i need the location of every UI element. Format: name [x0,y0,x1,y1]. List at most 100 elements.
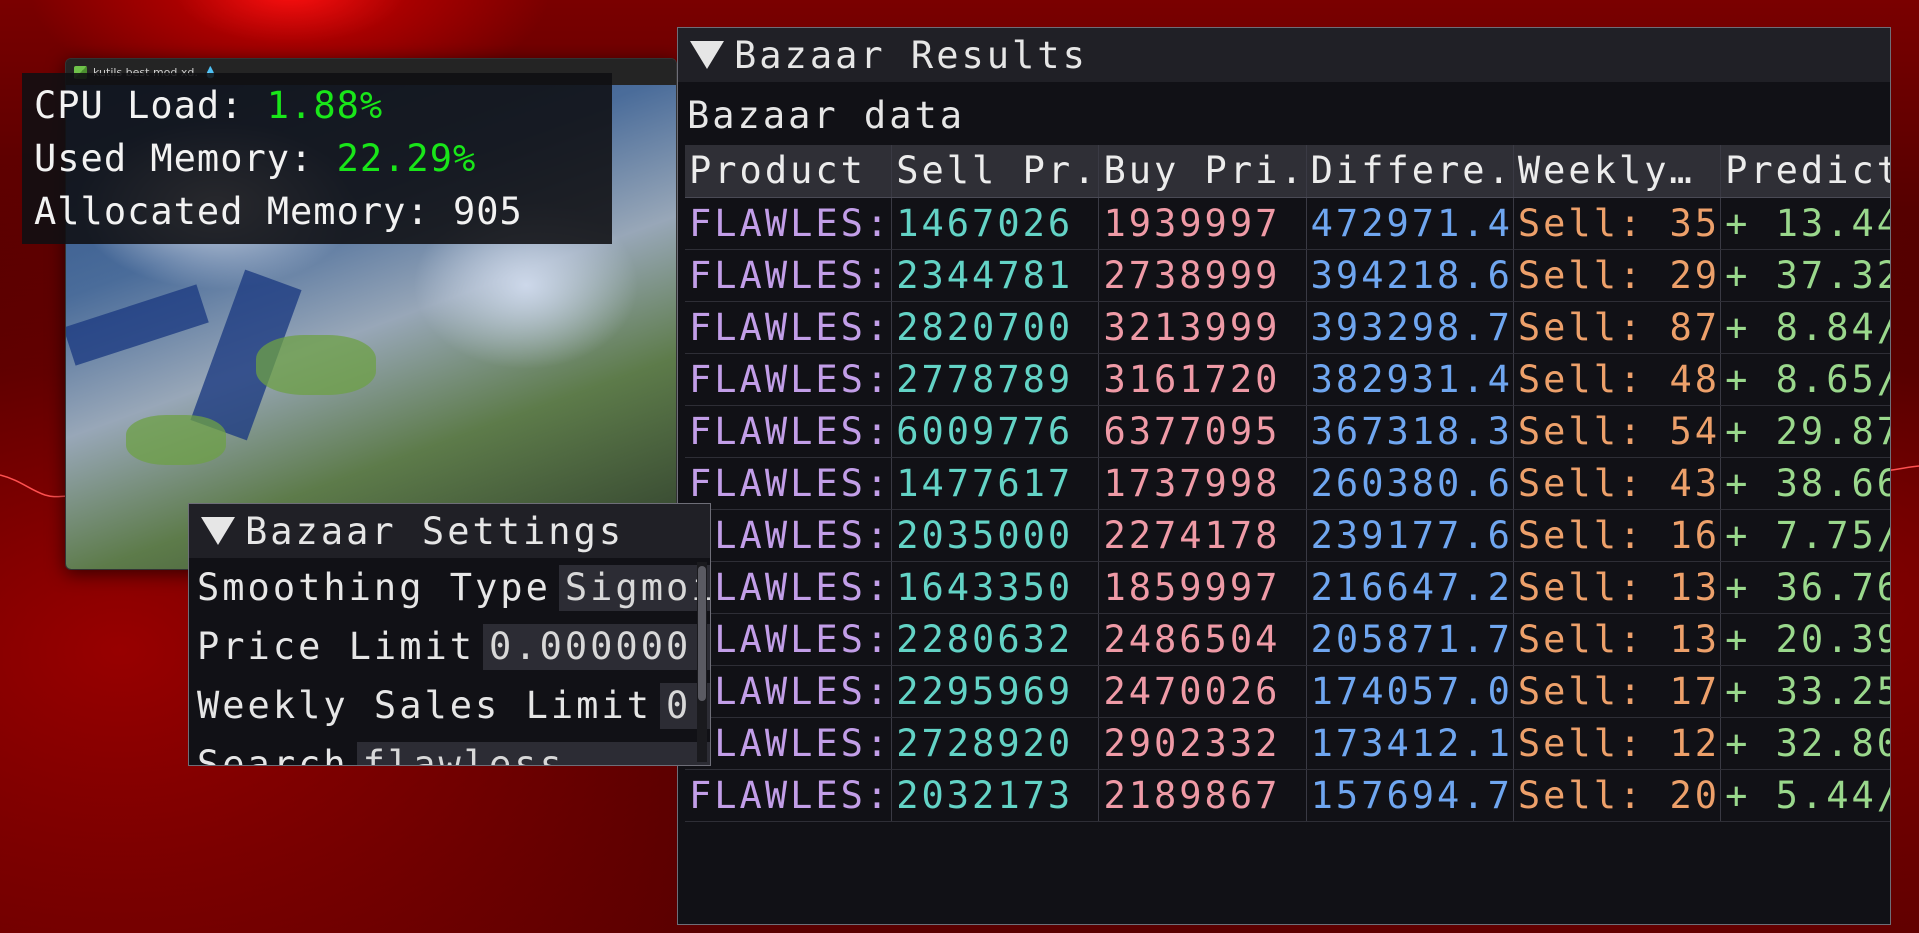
cpu-load-label: CPU Load: [34,84,244,127]
column-header-sell-price[interactable]: Sell Pr. [891,145,1100,198]
cell-predicted: + 37.32/ [1720,249,1890,302]
bazaar-settings-window[interactable]: Bazaar Settings Smoothing Type Sigmoid P… [188,503,711,766]
bazaar-table: Product Sell Pr. Buy Pri. Differe. Weekl… [685,145,1890,822]
performance-stats-overlay: CPU Load: 1.88% Used Memory: 22.29% Allo… [22,73,612,244]
cell-sell-price: 2344781 [891,249,1100,302]
bazaar-results-titlebar[interactable]: Bazaar Results [678,28,1890,82]
settings-scrollbar[interactable] [697,562,707,762]
cell-product: FLAWLES: [685,457,893,510]
bazaar-results-window[interactable]: Bazaar Results Bazaar data Product Sell … [677,27,1891,925]
cell-weekly: Sell: 35 [1513,197,1722,250]
cell-sell-price: 2035000 [891,509,1100,562]
cell-difference: 216647.2 [1306,561,1514,614]
column-header-predicted[interactable]: Predict. [1720,145,1890,198]
cell-difference: 239177.6 [1306,509,1514,562]
search-row: Search flawless [189,735,710,765]
cell-weekly: Sell: 12 [1513,717,1722,770]
cell-buy-price: 3213999 [1098,301,1307,354]
used-memory-label: Used Memory: [34,137,314,180]
cell-buy-price: 2189867 [1098,769,1307,822]
price-limit-input[interactable]: 0.000000 [483,623,710,670]
price-limit-label: Price Limit [197,625,476,668]
column-header-buy-price[interactable]: Buy Pri. [1098,145,1307,198]
cell-product: FLAWLES: [685,405,893,458]
cell-weekly: Sell: 13 [1513,561,1722,614]
cell-product: FLAWLES: [685,769,893,822]
cell-sell-price: 2032173 [891,769,1100,822]
cell-difference: 157694.7 [1306,769,1514,822]
bazaar-settings-title: Bazaar Settings [245,509,625,553]
scrollbar-thumb[interactable] [698,566,706,701]
allocated-memory-line: Allocated Memory: 905 [34,185,602,238]
cell-difference: 260380.6 [1306,457,1514,510]
collapse-triangle-icon[interactable] [690,41,724,69]
cell-weekly: Sell: 13 [1513,613,1722,666]
cell-buy-price: 6377095 [1098,405,1307,458]
collapse-triangle-icon[interactable] [201,517,235,545]
cell-weekly: Sell: 54 [1513,405,1722,458]
cell-predicted: + 13.44/ [1720,197,1890,250]
table-row[interactable]: FLAWLES: 2280632 2486504 205871.7 Sell: 13 + … [685,613,1890,666]
bazaar-settings-titlebar[interactable]: Bazaar Settings [189,504,710,558]
cell-product: FLAWLES: [685,561,893,614]
used-memory-line: Used Memory: 22.29% [34,132,602,185]
cell-sell-price: 1643350 [891,561,1100,614]
table-row[interactable]: FLAWLES: 1467026 1939997 472971.4 Sell: 35 + … [685,197,1890,250]
table-row[interactable]: FLAWLES: 1477617 1737998 260380.6 Sell: 43 + … [685,457,1890,510]
cell-buy-price: 1939997 [1098,197,1307,250]
cell-weekly: Sell: 17 [1513,665,1722,718]
column-header-difference[interactable]: Differe. [1306,145,1514,198]
column-header-weekly[interactable]: Weekly… [1513,145,1722,198]
table-row[interactable]: FLAWLES: 2295969 2470026 174057.0 Sell: 17 + … [685,665,1890,718]
smoothing-type-label: Smoothing Type [197,566,551,609]
cell-product: FLAWLES: [685,197,893,250]
cell-buy-price: 2470026 [1098,665,1307,718]
cell-difference: 472971.4 [1306,197,1514,250]
cell-predicted: + 33.25/ [1720,665,1890,718]
table-row[interactable]: FLAWLES: 2344781 2738999 394218.6 Sell: 29 + … [685,249,1890,302]
weekly-sales-limit-row: Weekly Sales Limit 0 [189,676,710,735]
bazaar-results-title: Bazaar Results [734,33,1088,77]
cell-predicted: + 5.44/4 [1720,769,1890,822]
table-row[interactable]: FLAWLES: 2778789 3161720 382931.4 Sell: 48 + … [685,353,1890,406]
cell-weekly: Sell: 48 [1513,353,1722,406]
cell-buy-price: 3161720 [1098,353,1307,406]
table-header-row: Product Sell Pr. Buy Pri. Differe. Weekl… [685,145,1890,198]
cell-difference: 382931.4 [1306,353,1514,406]
cell-product: FLAWLES: [685,509,893,562]
cell-difference: 173412.1 [1306,717,1514,770]
allocated-memory-label: Allocated Memory: [34,190,430,233]
table-row[interactable]: FLAWLES: 1643350 1859997 216647.2 Sell: 13 + … [685,561,1890,614]
cell-sell-price: 2295969 [891,665,1100,718]
table-row[interactable]: FLAWLES: 2820700 3213999 393298.7 Sell: 87 + … [685,301,1890,354]
blurred-scenery [256,335,376,395]
price-limit-row: Price Limit 0.000000 [189,617,710,676]
cell-predicted: + 32.80/ [1720,717,1890,770]
column-header-product[interactable]: Product [685,145,893,198]
cell-sell-price: 1467026 [891,197,1100,250]
search-input[interactable]: flawless [356,741,710,765]
cell-product: FLAWLES: [685,665,893,718]
smoothing-type-row: Smoothing Type Sigmoid [189,558,710,617]
cell-product: FLAWLES: [685,613,893,666]
cpu-load-value: 1.88% [266,84,384,127]
cell-weekly: Sell: 20 [1513,769,1722,822]
cell-buy-price: 2738999 [1098,249,1307,302]
cell-buy-price: 2486504 [1098,613,1307,666]
cell-difference: 205871.7 [1306,613,1514,666]
blurred-scenery [126,415,226,465]
table-row[interactable]: FLAWLES: 6009776 6377095 367318.3 Sell: 54 + … [685,405,1890,458]
cell-predicted: + 7.75/4 [1720,509,1890,562]
table-row[interactable]: FLAWLES: 2035000 2274178 239177.6 Sell: 16 + … [685,509,1890,562]
table-row[interactable]: FLAWLES: 2032173 2189867 157694.7 Sell: 20 + … [685,769,1890,822]
cell-buy-price: 2902332 [1098,717,1307,770]
cell-weekly: Sell: 29 [1513,249,1722,302]
blurred-scenery [66,284,209,366]
cell-difference: 174057.0 [1306,665,1514,718]
table-row[interactable]: FLAWLES: 2728920 2902332 173412.1 Sell: 12 + … [685,717,1890,770]
cell-product: FLAWLES: [685,717,893,770]
smoothing-type-dropdown[interactable]: Sigmoid [558,564,710,611]
cell-sell-price: 6009776 [891,405,1100,458]
cell-sell-price: 1477617 [891,457,1100,510]
bazaar-data-label: Bazaar data [687,94,966,137]
